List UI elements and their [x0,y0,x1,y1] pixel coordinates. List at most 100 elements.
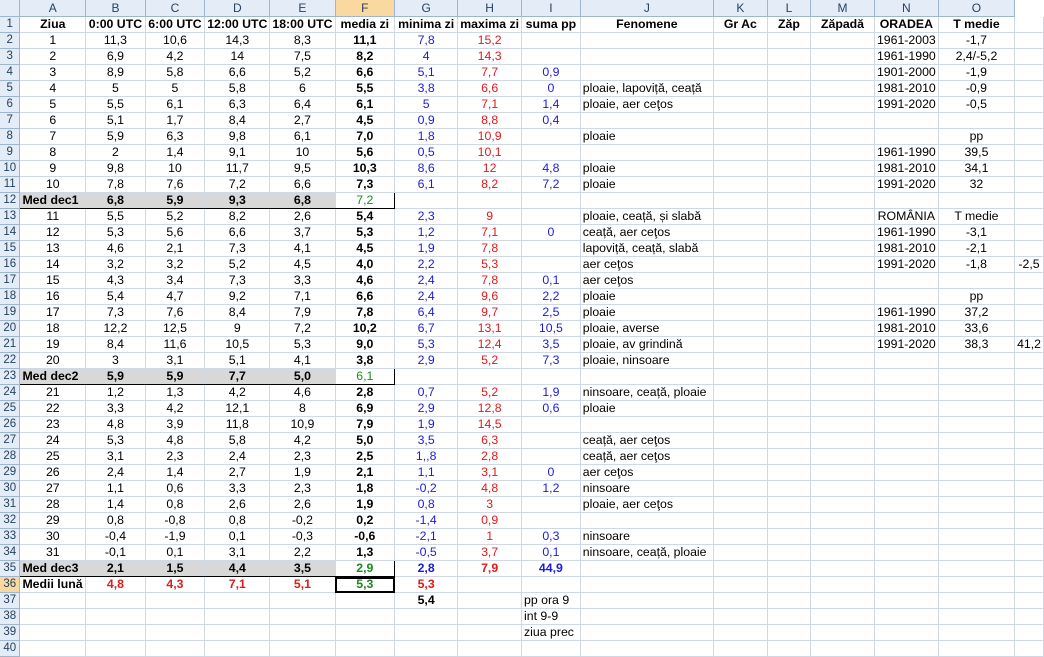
cell-O31[interactable] [938,496,1016,513]
cell-H34[interactable]: 3,7 [457,544,523,561]
cell-A30[interactable]: 27 [19,480,87,497]
cell-I39[interactable]: ziua prec [521,624,581,641]
cell-B29[interactable]: 2,4 [85,464,146,481]
cell-E32[interactable]: -0,2 [269,512,336,529]
cell-A18[interactable]: 16 [19,288,87,305]
row-header-4[interactable]: 4 [0,64,21,81]
cell-J9[interactable] [580,144,714,161]
cell-M9[interactable] [810,144,875,161]
cell-I32[interactable] [521,512,581,529]
cell-H13[interactable]: 9 [457,208,523,225]
cell-O20[interactable]: 33,6 [938,320,1016,337]
cell-A8[interactable]: 7 [19,128,87,145]
cell-D11[interactable]: 7,2 [204,176,271,193]
column-header-J[interactable]: J [580,0,714,17]
cell-O12[interactable] [938,192,1016,209]
column-header-C[interactable]: C [145,0,206,17]
cell-N39[interactable] [874,624,939,641]
cell-col153[interactable] [1014,48,1044,65]
cell-H9[interactable]: 10,1 [457,144,523,161]
cell-L31[interactable] [767,496,812,513]
cell-D20[interactable]: 9 [204,320,271,337]
cell-col1525[interactable] [1014,400,1044,417]
cell-L19[interactable] [767,304,812,321]
cell-E11[interactable]: 6,6 [269,176,336,193]
cell-M8[interactable] [810,128,875,145]
cell-J18[interactable]: ploaie [580,288,714,305]
cell-G16[interactable]: 2,2 [394,256,459,273]
cell-L4[interactable] [767,64,812,81]
cell-I5[interactable]: 0 [521,80,581,97]
cell-L7[interactable] [767,112,812,129]
cell-I34[interactable]: 0,1 [521,544,581,561]
cell-col1514[interactable] [1014,224,1044,241]
cell-J22[interactable]: ploaie, ninsoare [580,352,714,369]
cell-D13[interactable]: 8,2 [204,208,271,225]
cell-B21[interactable]: 8,4 [85,336,146,353]
cell-J25[interactable]: ploaie [580,400,714,417]
cell-F36[interactable]: 5,3 [334,576,396,593]
cell-G11[interactable]: 6,1 [394,176,459,193]
cell-D31[interactable]: 2,6 [204,496,271,513]
cell-L12[interactable] [767,192,812,209]
cell-M36[interactable] [810,576,875,593]
cell-D35[interactable]: 4,4 [204,560,271,577]
cell-A17[interactable]: 15 [19,272,87,289]
cell-M34[interactable] [810,544,875,561]
cell-G7[interactable]: 0,9 [394,112,459,129]
cell-A37[interactable] [19,592,87,609]
cell-B2[interactable]: 11,3 [85,32,146,49]
cell-K18[interactable] [713,288,768,305]
cell-F39[interactable] [335,624,396,641]
cell-O9[interactable]: 39,5 [938,144,1016,161]
cell-O33[interactable] [938,528,1016,545]
cell-C20[interactable]: 12,5 [145,320,206,337]
cell-E10[interactable]: 9,5 [269,160,336,177]
cell-N40[interactable] [874,640,939,657]
cell-H10[interactable]: 12 [457,160,523,177]
cell-F26[interactable]: 7,9 [335,416,396,433]
cell-I11[interactable]: 7,2 [521,176,581,193]
cell-col1510[interactable] [1014,160,1044,177]
cell-O21[interactable]: 38,3 [938,336,1016,353]
cell-L23[interactable] [767,368,812,385]
cell-B40[interactable] [85,640,146,657]
cell-F3[interactable]: 8,2 [335,48,396,65]
cell-C39[interactable] [145,624,206,641]
cell-J13[interactable]: ploaie, ceață, și slabă [580,208,714,225]
cell-E20[interactable]: 7,2 [269,320,336,337]
cell-L34[interactable] [767,544,812,561]
cell-F22[interactable]: 3,8 [335,352,396,369]
cell-G22[interactable]: 2,9 [394,352,459,369]
cell-E22[interactable]: 4,1 [269,352,336,369]
row-header-34[interactable]: 34 [0,544,21,561]
cell-N6[interactable]: 1991-2020 [874,96,939,113]
cell-E16[interactable]: 4,5 [269,256,336,273]
cell-G19[interactable]: 6,4 [394,304,459,321]
cell-D17[interactable]: 7,3 [204,272,271,289]
cell-O2[interactable]: -1,7 [938,32,1016,49]
cell-I31[interactable] [521,496,581,513]
cell-G2[interactable]: 7,8 [394,32,459,49]
cell-L6[interactable] [767,96,812,113]
cell-K24[interactable] [713,384,768,401]
cell-D16[interactable]: 5,2 [204,256,271,273]
row-header-15[interactable]: 15 [0,240,21,257]
cell-B13[interactable]: 5,5 [85,208,146,225]
cell-H21[interactable]: 12,4 [457,336,523,353]
cell-B6[interactable]: 5,5 [85,96,146,113]
cell-H11[interactable]: 8,2 [457,176,523,193]
cell-J12[interactable] [580,192,714,209]
cell-L29[interactable] [767,464,812,481]
cell-C1[interactable]: 6:00 UTC [145,16,206,33]
cell-E34[interactable]: 2,2 [269,544,336,561]
cell-I21[interactable]: 3,5 [521,336,581,353]
cell-F12[interactable]: 7,2 [334,192,396,209]
cell-O15[interactable]: -2,1 [938,240,1016,257]
column-header-A[interactable]: A [19,0,87,17]
cell-col1534[interactable] [1014,544,1044,561]
cell-F25[interactable]: 6,9 [335,400,396,417]
cell-O8[interactable]: pp [938,128,1016,145]
cell-H25[interactable]: 12,8 [457,400,523,417]
cell-J31[interactable]: ploaie, aer ceţos [580,496,714,513]
